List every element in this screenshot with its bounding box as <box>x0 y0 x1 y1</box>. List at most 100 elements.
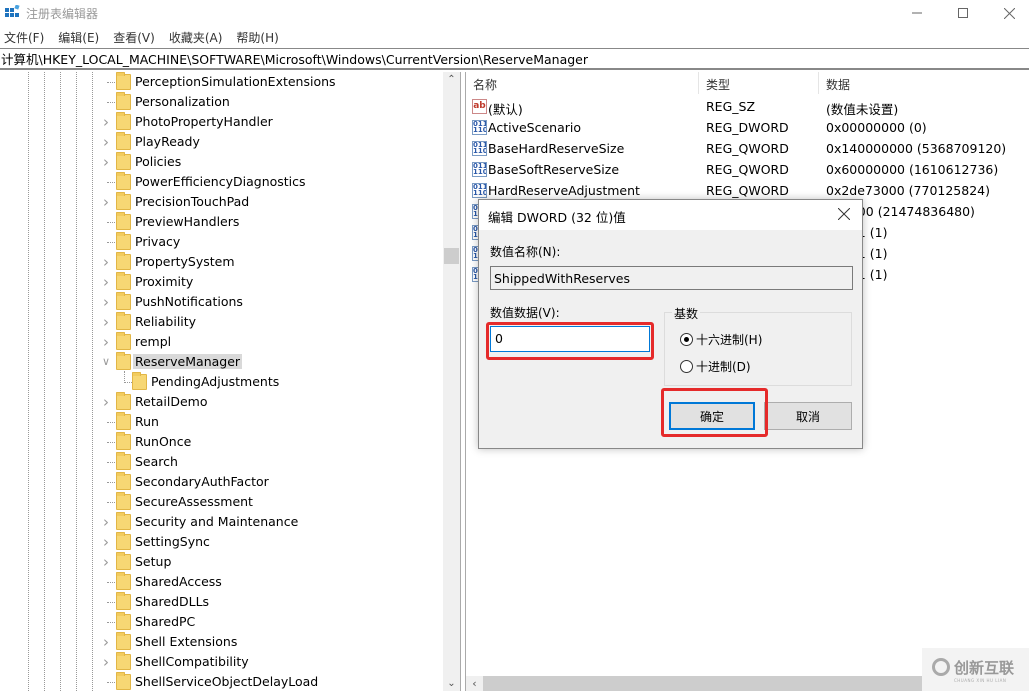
tree-item[interactable]: › SettingSync <box>0 532 443 552</box>
minimize-button[interactable] <box>894 0 940 26</box>
dialog-title-bar: 编辑 DWORD (32 位)值 <box>479 200 862 230</box>
radio-dec-button[interactable] <box>680 360 693 373</box>
radio-hex-button[interactable] <box>680 333 693 346</box>
tree-item-label: ShellServiceObjectDelayLoad <box>135 674 319 689</box>
tree-item[interactable]: › PlayReady <box>0 132 443 152</box>
chevron-right-icon[interactable]: › <box>100 655 112 670</box>
list-row[interactable]: 011 110 HardReserveAdjustment REG_QWORD 0x2… <box>466 180 1029 201</box>
tree-item[interactable]: › Security and Maintenance <box>0 512 443 532</box>
tree-item[interactable]: Privacy <box>0 232 443 252</box>
menu-help[interactable]: 帮助(H) <box>232 29 285 46</box>
cancel-button[interactable]: 取消 <box>764 402 852 430</box>
string-value-icon: ab <box>472 99 487 114</box>
chevron-right-icon[interactable]: › <box>100 115 112 130</box>
tree-item[interactable]: SharedAccess <box>0 572 443 592</box>
folder-icon <box>116 572 131 590</box>
tree-item[interactable]: Run <box>0 412 443 432</box>
chevron-right-icon[interactable]: › <box>100 195 112 210</box>
radio-hex[interactable]: 十六进制(H) <box>680 331 762 348</box>
column-data-header[interactable]: 数据 <box>826 76 850 93</box>
chevron-right-icon[interactable]: › <box>100 555 112 570</box>
tree-item[interactable]: SecondaryAuthFactor <box>0 472 443 492</box>
folder-icon <box>116 632 131 650</box>
tree-item[interactable]: Search <box>0 452 443 472</box>
tree-vertical-scrollbar[interactable]: ⌃ ⌄ <box>443 72 460 691</box>
tree-item[interactable]: › Setup <box>0 552 443 572</box>
chevron-right-icon[interactable]: › <box>100 395 112 410</box>
column-type-header[interactable]: 类型 <box>706 76 730 93</box>
chevron-right-icon[interactable]: › <box>100 635 112 650</box>
tree-item[interactable]: › Reliability <box>0 312 443 332</box>
tree-item[interactable]: › PrecisionTouchPad <box>0 192 443 212</box>
list-row[interactable]: 011 110 BaseHardReserveSize REG_QWORD 0x140… <box>466 138 1029 159</box>
chevron-right-icon[interactable]: › <box>100 335 112 350</box>
maximize-button[interactable] <box>940 0 986 26</box>
tree-item[interactable]: › RetailDemo <box>0 392 443 412</box>
tree-item[interactable]: SharedDLLs <box>0 592 443 612</box>
tree-item[interactable]: ∨ ReserveManager <box>0 352 443 372</box>
list-row[interactable]: 011 110 ActiveScenario REG_DWORD 0x00000000… <box>466 117 1029 138</box>
tree-item[interactable]: SharedPC <box>0 612 443 632</box>
tree-item-label: ShellCompatibility <box>135 654 249 669</box>
cell-type: REG_QWORD <box>706 141 789 156</box>
tree-item[interactable]: PerceptionSimulationExtensions <box>0 72 443 92</box>
tree-item-label: Policies <box>135 154 182 169</box>
tree-item-label: PhotoPropertyHandler <box>135 114 273 129</box>
chevron-right-icon[interactable]: › <box>100 275 112 290</box>
dialog-close-button[interactable] <box>832 203 856 227</box>
address-bar[interactable]: 计算机\HKEY_LOCAL_MACHINE\SOFTWARE\Microsof… <box>0 48 1029 70</box>
tree-item[interactable]: PowerEfficiencyDiagnostics <box>0 172 443 192</box>
tree-item-label: Search <box>135 454 178 469</box>
tree-item[interactable]: Personalization <box>0 92 443 112</box>
watermark-text: 创新互联 <box>954 658 1015 677</box>
menu-file[interactable]: 文件(F) <box>0 29 51 46</box>
tree-item[interactable]: › rempl <box>0 332 443 352</box>
tree-item-label: PowerEfficiencyDiagnostics <box>135 174 306 189</box>
tree-item[interactable]: PendingAdjustments <box>0 372 443 392</box>
chevron-right-icon[interactable]: › <box>100 535 112 550</box>
column-separator[interactable] <box>818 72 819 94</box>
tree-item[interactable]: SecureAssessment <box>0 492 443 512</box>
folder-icon <box>116 532 131 550</box>
chevron-right-icon[interactable]: › <box>100 315 112 330</box>
chevron-right-icon[interactable]: › <box>100 515 112 530</box>
column-name-header[interactable]: 名称 <box>473 76 497 93</box>
tree-item-label: Personalization <box>135 94 230 109</box>
list-row[interactable]: ab (默认) REG_SZ (数值未设置) <box>466 96 1029 117</box>
tree-item[interactable]: › Shell Extensions <box>0 632 443 652</box>
list-row[interactable]: 011 110 BaseSoftReserveSize REG_QWORD 0x600… <box>466 159 1029 180</box>
tree-item[interactable]: ShellServiceObjectDelayLoad <box>0 672 443 691</box>
menu-edit[interactable]: 编辑(E) <box>54 29 106 46</box>
menu-view[interactable]: 查看(V) <box>109 29 162 46</box>
chevron-right-icon[interactable]: › <box>100 255 112 270</box>
folder-icon <box>116 92 131 110</box>
radio-dec-label: 十进制(D) <box>696 360 751 374</box>
chevron-right-icon[interactable]: › <box>100 155 112 170</box>
close-button[interactable] <box>986 0 1029 26</box>
scroll-down-arrow-icon[interactable]: ⌄ <box>443 678 460 689</box>
chevron-down-icon[interactable]: ∨ <box>100 355 112 369</box>
chevron-right-icon[interactable]: › <box>100 295 112 310</box>
folder-icon <box>116 392 131 410</box>
tree-item[interactable]: › Policies <box>0 152 443 172</box>
radio-dec[interactable]: 十进制(D) <box>680 358 751 375</box>
scroll-thumb[interactable] <box>444 248 459 264</box>
tree-item-label: RetailDemo <box>135 394 208 409</box>
tree-item[interactable]: PreviewHandlers <box>0 212 443 232</box>
tree-item[interactable]: › PropertySystem <box>0 252 443 272</box>
tree-item[interactable]: › PushNotifications <box>0 292 443 312</box>
chevron-right-icon[interactable]: › <box>100 135 112 150</box>
cell-data: 0x60000000 (1610612736) <box>826 162 999 177</box>
title-bar: 注册表编辑器 <box>0 0 1029 26</box>
tree-item[interactable]: RunOnce <box>0 432 443 452</box>
tree-item[interactable]: › PhotoPropertyHandler <box>0 112 443 132</box>
tree-item[interactable]: › ShellCompatibility <box>0 652 443 672</box>
column-separator[interactable] <box>698 72 699 94</box>
folder-icon <box>116 612 131 630</box>
folder-icon <box>116 452 131 470</box>
tree-item[interactable]: › Proximity <box>0 272 443 292</box>
scroll-left-arrow-icon[interactable]: ‹ <box>466 676 483 691</box>
scroll-up-arrow-icon[interactable]: ⌃ <box>443 74 460 85</box>
watermark-logo-icon <box>932 658 950 676</box>
menu-favorites[interactable]: 收藏夹(A) <box>165 29 230 46</box>
